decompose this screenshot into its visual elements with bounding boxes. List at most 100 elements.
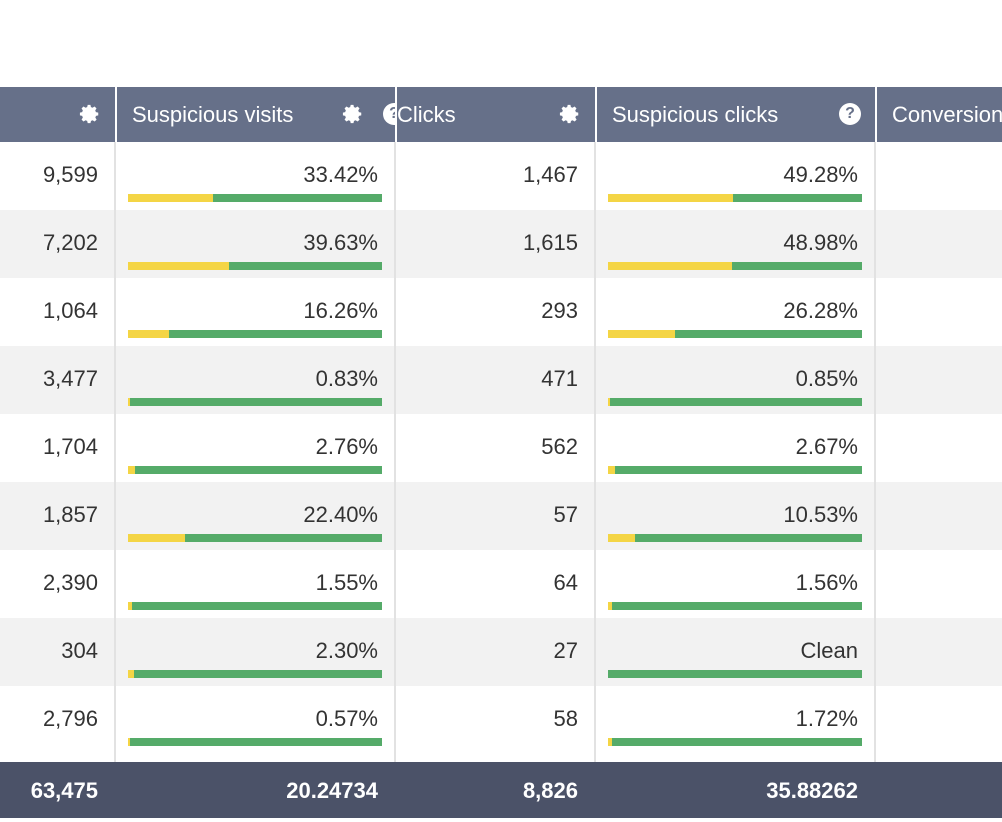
suspicious-clicks-bar <box>608 330 862 338</box>
column-divider <box>874 142 876 762</box>
visits-value: 9,599 <box>42 162 98 187</box>
suspicious-visits-bar <box>128 466 382 474</box>
suspicious-clicks-value: 1.56% <box>795 570 858 595</box>
suspicious-portion <box>128 262 229 270</box>
suspicious-portion <box>128 466 135 474</box>
suspicious-clicks-value: Clean <box>800 638 858 663</box>
total-suspicious-clicks: 35.88262 <box>766 778 858 803</box>
suspicious-clicks-value: 1.72% <box>795 706 858 731</box>
suspicious-portion <box>128 398 131 406</box>
suspicious-visits-bar <box>128 398 382 406</box>
suspicious-clicks-bar <box>608 194 862 202</box>
column-header-suspicious-clicks[interactable]: Suspicious clicks ? <box>597 87 875 142</box>
clicks-value: 293 <box>541 298 578 323</box>
column-divider <box>114 142 116 762</box>
visits-value: 1,064 <box>42 298 98 323</box>
suspicious-visits-bar <box>128 262 382 270</box>
totals-row: 63,475 20.24734 8,826 35.88262 <box>0 762 1002 818</box>
table-row: 9,599 33.42% 1,467 49.28% <box>0 142 1002 210</box>
visits-value: 2,390 <box>42 570 98 595</box>
visits-value: 1,857 <box>42 502 98 527</box>
column-header-conversions[interactable]: Conversions <box>877 87 1002 142</box>
suspicious-visits-bar <box>128 194 382 202</box>
suspicious-clicks-bar <box>608 262 862 270</box>
suspicious-visits-value: 33.42% <box>303 162 378 187</box>
clicks-value: 1,615 <box>522 230 578 255</box>
column-label: Suspicious visits <box>132 101 294 127</box>
visits-value: 304 <box>61 638 98 663</box>
total-clicks: 8,826 <box>522 778 578 803</box>
suspicious-clicks-value: 26.28% <box>783 298 858 323</box>
suspicious-portion <box>608 602 612 610</box>
suspicious-clicks-value: 2.67% <box>795 434 858 459</box>
suspicious-portion <box>608 194 734 202</box>
clicks-value: 562 <box>541 434 578 459</box>
table-row: 1,704 2.76% 562 2.67% <box>0 414 1002 482</box>
suspicious-visits-bar <box>128 602 382 610</box>
suspicious-clicks-value: 10.53% <box>783 502 858 527</box>
suspicious-visits-bar <box>128 330 382 338</box>
suspicious-portion <box>608 398 611 406</box>
gear-icon[interactable] <box>342 103 364 125</box>
suspicious-portion <box>608 534 635 542</box>
suspicious-clicks-value: 48.98% <box>783 230 858 255</box>
suspicious-clicks-bar <box>608 398 862 406</box>
suspicious-portion <box>608 262 733 270</box>
column-header-visits[interactable] <box>0 87 115 142</box>
visits-value: 1,704 <box>42 434 98 459</box>
suspicious-visits-value: 1.55% <box>315 570 378 595</box>
suspicious-visits-value: 39.63% <box>303 230 378 255</box>
suspicious-portion <box>608 330 675 338</box>
suspicious-portion <box>608 466 615 474</box>
column-divider <box>394 142 396 762</box>
suspicious-clicks-bar <box>608 738 862 746</box>
suspicious-portion <box>128 330 170 338</box>
table-row: 3,477 0.83% 471 0.85% <box>0 346 1002 414</box>
suspicious-visits-value: 16.26% <box>303 298 378 323</box>
suspicious-visits-bar <box>128 670 382 678</box>
suspicious-visits-value: 2.76% <box>315 434 378 459</box>
clicks-value: 58 <box>553 706 578 731</box>
table-row: 1,064 16.26% 293 26.28% <box>0 278 1002 346</box>
suspicious-clicks-bar <box>608 602 862 610</box>
column-label: Suspicious clicks <box>612 101 779 127</box>
clicks-value: 57 <box>553 502 578 527</box>
column-label: Conversions <box>892 101 1002 127</box>
clicks-value: 1,467 <box>522 162 578 187</box>
table-row: 304 2.30% 27 Clean <box>0 618 1002 686</box>
suspicious-portion <box>128 738 130 746</box>
clicks-value: 471 <box>541 366 578 391</box>
gear-icon[interactable] <box>559 103 581 125</box>
clicks-value: 27 <box>553 638 578 663</box>
suspicious-visits-bar <box>128 738 382 746</box>
suspicious-clicks-bar <box>608 466 862 474</box>
visits-value: 7,202 <box>42 230 98 255</box>
gear-icon[interactable] <box>79 103 101 125</box>
suspicious-visits-value: 0.57% <box>315 706 378 731</box>
help-icon[interactable]: ? <box>839 103 861 125</box>
suspicious-portion <box>608 738 613 746</box>
suspicious-visits-value: 22.40% <box>303 502 378 527</box>
column-header-clicks[interactable]: Clicks <box>397 87 595 142</box>
total-suspicious-visits: 20.24734 <box>286 778 378 803</box>
clicks-value: 64 <box>553 570 578 595</box>
column-label: Clicks <box>397 101 456 127</box>
suspicious-visits-bar <box>128 534 382 542</box>
suspicious-visits-value: 2.30% <box>315 638 378 663</box>
suspicious-clicks-bar <box>608 670 862 678</box>
suspicious-portion <box>128 602 132 610</box>
suspicious-clicks-value: 0.85% <box>795 366 858 391</box>
suspicious-clicks-value: 49.28% <box>783 162 858 187</box>
suspicious-portion <box>128 670 134 678</box>
table-row: 1,857 22.40% 57 10.53% <box>0 482 1002 550</box>
suspicious-visits-value: 0.83% <box>315 366 378 391</box>
suspicious-clicks-bar <box>608 534 862 542</box>
visits-value: 2,796 <box>42 706 98 731</box>
table-row: 2,796 0.57% 58 1.72% <box>0 686 1002 754</box>
visits-value: 3,477 <box>42 366 98 391</box>
table-row: 7,202 39.63% 1,615 48.98% <box>0 210 1002 278</box>
suspicious-portion <box>128 194 213 202</box>
suspicious-portion <box>128 534 185 542</box>
help-icon[interactable]: ? <box>383 103 395 125</box>
column-header-suspicious-visits[interactable]: Suspicious visits ? <box>117 87 395 142</box>
